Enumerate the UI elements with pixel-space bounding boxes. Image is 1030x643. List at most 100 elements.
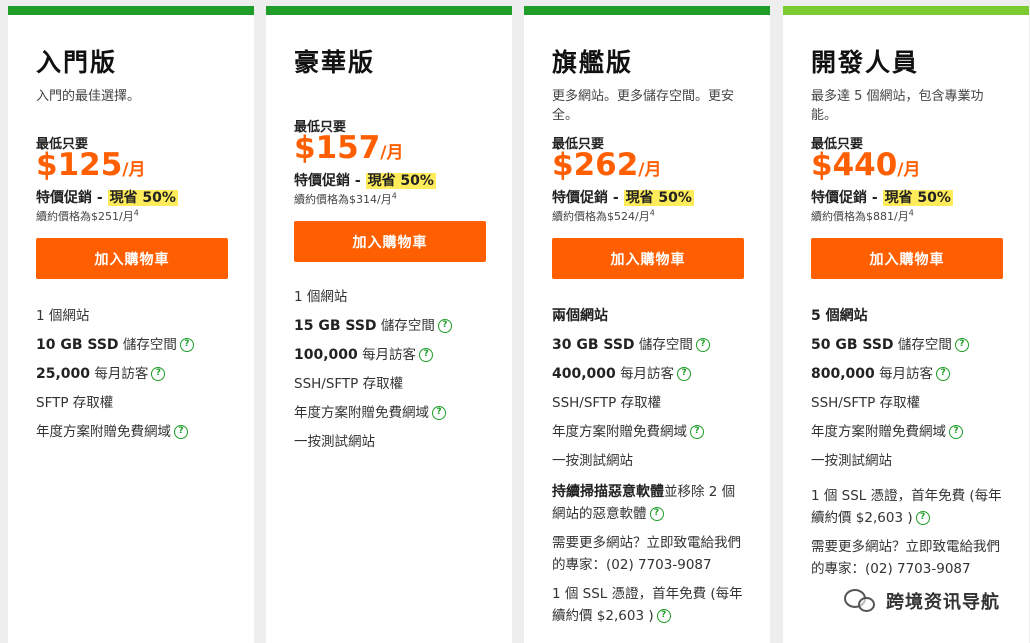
plan-description: 最多達 5 個網站，包含專業功能。 (811, 89, 984, 123)
feature-text: 每月訪客 (879, 366, 934, 382)
feature-text: SSH/SFTP 存取權 (552, 395, 662, 411)
feature-strong: 10 GB SSD (36, 337, 119, 353)
price-period: /月 (897, 160, 921, 180)
plan-description (294, 87, 486, 108)
question-circle-icon[interactable]: ? (179, 338, 194, 352)
feature-item: 1 個網站 (294, 288, 486, 307)
feature-text: 每月訪客 (362, 347, 417, 363)
feature-item: 15 GB SSD 儲存空間? (294, 317, 486, 336)
feature-item: 50 GB SSD 儲存空間? (811, 336, 1003, 355)
price-period: /月 (122, 160, 146, 180)
question-circle-icon[interactable]: ? (936, 367, 951, 381)
feature-text: 1 個 SSL 憑證，首年免費 (每年續約價 $2,603 ) (552, 586, 743, 624)
feature-item: 400,000 每月訪客? (552, 365, 744, 384)
question-circle-icon[interactable]: ? (677, 367, 692, 381)
price-amount: $262 (552, 147, 639, 183)
feature-item: SSH/SFTP 存取權 (811, 394, 1003, 413)
renewal-text: 續約價格為$314/月 (294, 193, 392, 206)
question-circle-icon[interactable]: ? (437, 319, 452, 333)
feature-item: 30 GB SSD 儲存空間? (552, 336, 744, 355)
plan-card-ultimate: 旗艦版 更多網站。更多儲存空間。更安全。 最低只要 $262/月 特價促銷 - … (524, 6, 770, 643)
feature-text: 年度方案附贈免費網域 (36, 424, 171, 440)
question-circle-icon[interactable]: ? (174, 425, 188, 439)
feature-text: 1 個網站 (36, 308, 90, 324)
plan-card-developer: 開發人員 最多達 5 個網站，包含專業功能。 最低只要 $440/月 特價促銷 … (783, 6, 1029, 643)
feature-item: SSH/SFTP 存取權 (294, 375, 486, 394)
feature-item: 持續掃描惡意軟體並移除 2 個網站的惡意軟體? (552, 481, 744, 525)
feature-strong: 400,000 (552, 366, 616, 382)
feature-strong: 25,000 (36, 366, 91, 382)
feature-item: 1 個 SSL 憑證，首年免費 (每年續約價 $2,603 )? (552, 583, 744, 627)
renewal-price: 續約價格為$881/月4 (811, 208, 1003, 224)
feature-item: 100,000 每月訪客? (294, 346, 486, 365)
add-to-cart-button[interactable]: 加入購物車 (552, 238, 744, 279)
question-circle-icon[interactable]: ? (949, 425, 963, 439)
plan-description: 入門的最佳選擇。 (36, 89, 141, 104)
feature-list: 1 個網站 15 GB SSD 儲存空間? 100,000 每月訪客? SSH/… (294, 288, 486, 452)
promo-prefix: 特價促銷 - (36, 190, 108, 206)
watermark-text: 跨境资讯导航 (886, 592, 1000, 613)
question-circle-icon[interactable]: ? (151, 367, 166, 381)
question-circle-icon[interactable]: ? (695, 338, 710, 352)
plan-name: 豪華版 (294, 48, 376, 77)
question-circle-icon[interactable]: ? (432, 406, 446, 420)
promo-save-badge: 現省 50% (365, 173, 436, 189)
feature-item: 年度方案附贈免費網域? (552, 423, 744, 442)
question-circle-icon[interactable]: ? (419, 348, 434, 362)
feature-item: SFTP 存取權 (36, 394, 228, 413)
renewal-price: 續約價格為$314/月4 (294, 191, 486, 207)
feature-item: 5 個網站 (811, 307, 1003, 326)
question-circle-icon[interactable]: ? (690, 425, 704, 439)
add-to-cart-button[interactable]: 加入購物車 (811, 238, 1003, 279)
feature-text: 年度方案附贈免費網域 (294, 405, 429, 421)
feature-list: 1 個網站 10 GB SSD 儲存空間? 25,000 每月訪客? SFTP … (36, 307, 228, 442)
price: $157/月 (294, 133, 486, 168)
promo-save-badge: 現省 50% (623, 190, 694, 206)
question-circle-icon[interactable]: ? (915, 511, 930, 525)
footnote-marker: 4 (133, 208, 139, 218)
renewal-text: 續約價格為$524/月 (552, 210, 650, 223)
feature-item: 需要更多網站？立即致電給我們的專家：(02) 7703-9087 (552, 532, 744, 576)
feature-item: 需要更多網站？立即致電給我們的專家：(02) 7703-9087 (811, 536, 1003, 580)
renewal-price: 續約價格為$524/月4 (552, 208, 744, 224)
feature-text: 儲存空間 (638, 337, 693, 353)
question-circle-icon[interactable]: ? (656, 609, 671, 623)
price-amount: $440 (811, 147, 898, 183)
question-circle-icon[interactable]: ? (954, 338, 969, 352)
feature-text: 儲存空間 (380, 318, 435, 334)
feature-text: 一按測試網站 (552, 453, 633, 469)
feature-text: 儲存空間 (122, 337, 177, 353)
feature-strong: 50 GB SSD (811, 337, 894, 353)
feature-strong: 15 GB SSD (294, 318, 377, 334)
question-circle-icon[interactable]: ? (649, 507, 664, 521)
watermark: 跨境资讯导航 (844, 587, 1000, 615)
feature-item: 兩個網站 (552, 307, 744, 326)
plan-name: 旗艦版 (552, 48, 634, 77)
feature-item: 一按測試網站 (552, 452, 744, 471)
price-amount: $157 (294, 130, 381, 166)
feature-text: 每月訪客 (94, 366, 149, 382)
feature-item: 年度方案附贈免費網域? (36, 423, 228, 442)
renewal-text: 續約價格為$881/月 (811, 210, 909, 223)
promo-text: 特價促銷 - 現省 50% (294, 170, 486, 190)
promo-prefix: 特價促銷 - (552, 190, 624, 206)
footnote-marker: 4 (908, 208, 914, 218)
promo-text: 特價促銷 - 現省 50% (36, 187, 228, 207)
feature-item: 一按測試網站 (294, 433, 486, 452)
promo-text: 特價促銷 - 現省 50% (811, 187, 1003, 207)
price: $125/月 (36, 150, 228, 185)
feature-text: SSH/SFTP 存取權 (294, 376, 404, 392)
feature-item: 25,000 每月訪客? (36, 365, 228, 384)
feature-item: 年度方案附贈免費網域? (294, 404, 486, 423)
footnote-marker: 4 (391, 191, 397, 201)
feature-item: 1 個網站 (36, 307, 228, 326)
add-to-cart-button[interactable]: 加入購物車 (294, 221, 486, 262)
feature-text: 年度方案附贈免費網域 (552, 424, 687, 440)
renewal-price: 續約價格為$251/月4 (36, 208, 228, 224)
feature-text: 1 個 SSL 憑證，首年免費 (每年續約價 $2,603 ) (811, 488, 1002, 526)
feature-strong: 100,000 (294, 347, 358, 363)
feature-item: SSH/SFTP 存取權 (552, 394, 744, 413)
feature-text: 儲存空間 (897, 337, 952, 353)
add-to-cart-button[interactable]: 加入購物車 (36, 238, 228, 279)
feature-item: 800,000 每月訪客? (811, 365, 1003, 384)
